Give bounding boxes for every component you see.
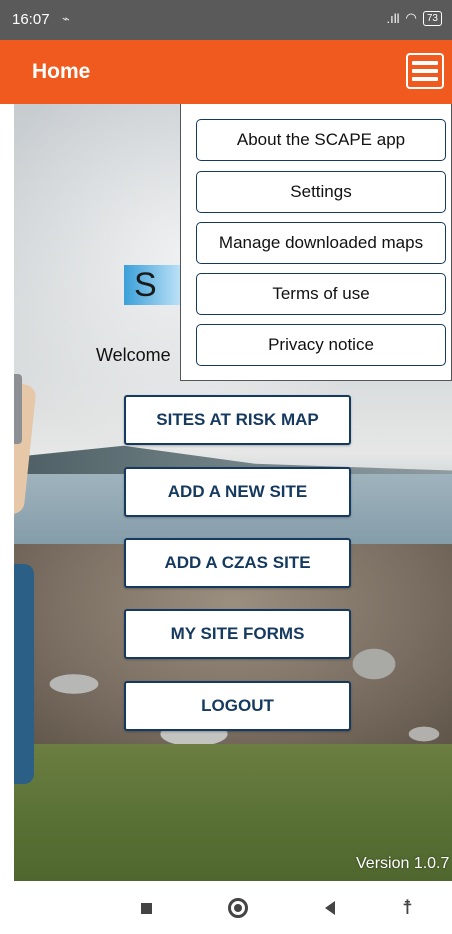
status-time: 16:07 (12, 11, 50, 28)
page-title: Home (32, 60, 91, 83)
system-nav-bar: ☨ (0, 881, 452, 934)
app-bar: Home (0, 40, 452, 104)
welcome-text: Welcome (96, 345, 171, 365)
menu-item-manage-maps[interactable]: Manage downloaded maps (196, 222, 446, 264)
person-sleeve (14, 564, 34, 784)
menu-line (412, 61, 438, 65)
signal-icon: .ıll (386, 10, 400, 26)
logout-button[interactable]: LOGOUT (124, 681, 351, 731)
menu-line (412, 77, 438, 81)
home-icon[interactable] (228, 898, 248, 918)
menu-item-terms[interactable]: Terms of use (196, 273, 446, 315)
phone-in-hand (14, 374, 22, 444)
back-icon[interactable] (325, 901, 335, 915)
hamburger-menu-button[interactable] (406, 53, 444, 89)
notification-icon: ⌁ (62, 11, 70, 26)
version-label: Version 1.0.7 (356, 855, 450, 872)
wifi-icon: ◠ (405, 10, 417, 25)
menu-item-settings[interactable]: Settings (196, 171, 446, 213)
status-bar: 16:07 ⌁ .ıll ◠ 73 (0, 0, 452, 40)
battery-icon: 73 (422, 10, 442, 26)
my-site-forms-button[interactable]: MY SITE FORMS (124, 609, 351, 659)
scape-logo: S (124, 265, 182, 305)
recents-icon[interactable] (141, 903, 152, 914)
menu-item-about[interactable]: About the SCAPE app (196, 119, 446, 161)
menu-item-privacy[interactable]: Privacy notice (196, 324, 446, 366)
accessibility-icon[interactable]: ☨ (402, 895, 413, 920)
add-czas-site-button[interactable]: ADD A CZAS SITE (124, 538, 351, 588)
overflow-menu: About the SCAPE app Settings Manage down… (180, 104, 452, 381)
sites-at-risk-map-button[interactable]: SITES AT RISK MAP (124, 395, 351, 445)
status-indicators: .ıll ◠ 73 (387, 10, 442, 26)
menu-line (412, 69, 438, 73)
add-new-site-button[interactable]: ADD A NEW SITE (124, 467, 351, 517)
